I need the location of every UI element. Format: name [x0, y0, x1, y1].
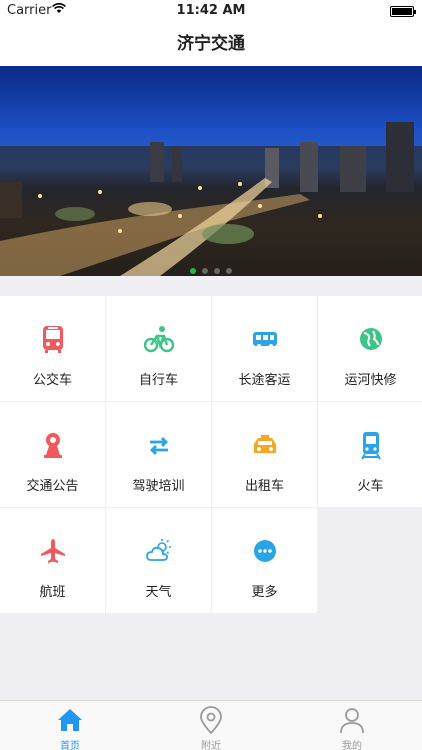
banner-carousel[interactable] — [0, 66, 422, 276]
grid-item-bicycle[interactable]: 自行车 — [106, 296, 211, 401]
grid-item-label: 驾驶培训 — [132, 479, 185, 494]
grid-item-coach[interactable]: 长途客运 — [212, 296, 317, 401]
location-pin-icon — [141, 706, 281, 734]
tab-home[interactable]: 首页 — [0, 701, 140, 750]
status-bar: Carrier 11:42 AM — [0, 0, 422, 22]
grid-item-swap-arrows[interactable]: 驾驶培训 — [106, 402, 211, 507]
grid-item-weather[interactable]: 天气 — [106, 508, 211, 613]
tab-label: 附近 — [201, 741, 221, 750]
tab-person[interactable]: 我的 — [282, 701, 422, 750]
globe-icon — [318, 324, 422, 354]
grid-item-bus[interactable]: 公交车 — [0, 296, 105, 401]
home-icon — [0, 706, 140, 734]
grid-item-label: 出租车 — [244, 479, 284, 494]
carousel-page-indicator[interactable] — [0, 259, 422, 276]
swap-arrows-icon — [106, 430, 211, 460]
more-icon — [212, 536, 317, 566]
airplane-icon — [0, 536, 105, 566]
tab-bar: 首页 附近 我的 — [0, 700, 422, 750]
grid-item-label: 运河快修 — [344, 373, 397, 388]
city-night-image — [0, 122, 422, 276]
carousel-dot[interactable] — [226, 268, 232, 274]
grid-item-label: 火车 — [357, 479, 384, 494]
grid-item-train[interactable]: 火车 — [318, 402, 422, 507]
grid-item-taxi[interactable]: 出租车 — [212, 402, 317, 507]
grid-item-more[interactable]: 更多 — [212, 508, 317, 613]
bus-icon — [0, 324, 105, 354]
grid-item-label: 公交车 — [32, 373, 72, 388]
carousel-dot[interactable] — [202, 268, 208, 274]
grid-item-label: 天气 — [145, 585, 172, 600]
tab-label: 首页 — [60, 741, 80, 750]
grid-item-traffic-notice[interactable]: 交通公告 — [0, 402, 105, 507]
navigation-bar: 济宁交通 — [0, 22, 422, 66]
coach-icon — [212, 324, 317, 354]
carousel-dot[interactable] — [214, 268, 220, 274]
grid-item-label: 自行车 — [138, 373, 178, 388]
grid-item-label: 更多 — [251, 585, 278, 600]
person-icon — [282, 706, 422, 734]
tab-location-pin[interactable]: 附近 — [141, 701, 281, 750]
tab-label: 我的 — [342, 741, 362, 750]
traffic-notice-icon — [0, 430, 105, 460]
grid-item-label: 航班 — [39, 585, 66, 600]
weather-icon — [106, 536, 211, 566]
battery-icon — [390, 6, 416, 17]
grid-item-globe[interactable]: 运河快修 — [318, 296, 422, 401]
page-title: 济宁交通 — [177, 34, 245, 54]
train-icon — [318, 430, 422, 460]
grid-item-label: 长途客运 — [238, 373, 291, 388]
grid-item-airplane[interactable]: 航班 — [0, 508, 105, 613]
grid-item-label: 交通公告 — [26, 479, 79, 494]
bicycle-icon — [106, 324, 211, 354]
status-time: 11:42 AM — [176, 3, 246, 18]
carousel-dot[interactable] — [190, 268, 196, 274]
taxi-icon — [212, 430, 317, 460]
